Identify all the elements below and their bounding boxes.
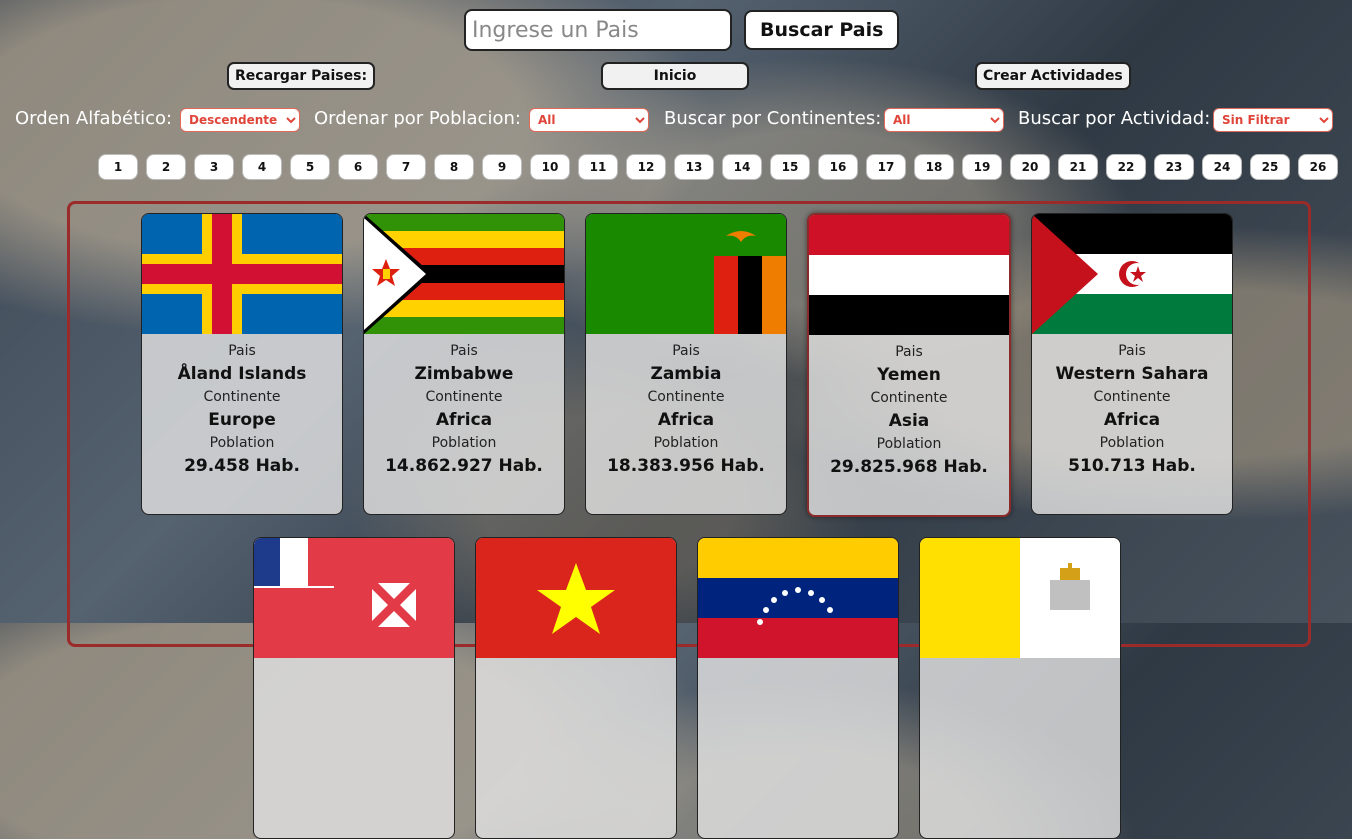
alpha-order-select[interactable]: Descendente: [180, 108, 300, 132]
country-label: Pais: [228, 343, 256, 359]
activity-filter-select[interactable]: Sin Filtrar: [1213, 108, 1333, 132]
page-button[interactable]: 26: [1298, 154, 1338, 180]
alpha-order-label: Orden Alfabético:: [15, 108, 173, 129]
country-name: Zambia: [650, 364, 722, 384]
page-button[interactable]: 7: [386, 154, 426, 180]
continent-filter-label: Buscar por Continentes:: [664, 108, 882, 129]
page-button[interactable]: 2: [146, 154, 186, 180]
continent-value: Africa: [657, 410, 715, 430]
page-button[interactable]: 23: [1154, 154, 1194, 180]
country-card[interactable]: Pais Åland Islands Continente Europe Pob…: [141, 213, 343, 515]
wallis-futuna-flag-image: [254, 538, 454, 658]
page-button[interactable]: 18: [914, 154, 954, 180]
population-value: 29.458 Hab.: [184, 456, 300, 476]
page-button[interactable]: 21: [1058, 154, 1098, 180]
search-button[interactable]: Buscar Pais: [744, 10, 900, 50]
zambia-flag-image: [586, 214, 786, 334]
population-label: Poblation: [431, 435, 497, 451]
page-button[interactable]: 8: [434, 154, 474, 180]
continent-label: Continente: [870, 390, 948, 406]
page-button[interactable]: 5: [290, 154, 330, 180]
home-button[interactable]: Inicio: [601, 62, 749, 90]
continent-value: Africa: [435, 410, 493, 430]
page-button[interactable]: 10: [530, 154, 570, 180]
page-button[interactable]: 22: [1106, 154, 1146, 180]
create-activities-button[interactable]: Crear Actividades: [975, 62, 1131, 90]
country-label: Pais: [895, 344, 923, 360]
page-button[interactable]: 25: [1250, 154, 1290, 180]
country-name: Åland Islands: [177, 364, 307, 384]
country-card[interactable]: Pais Zambia Continente Africa Poblation …: [585, 213, 787, 515]
pagination: 1 2 3 4 5 6 7 8 9 10 11 12 13 14 15 16 17 18 19 20 21 22 23 24 2…: [98, 154, 1338, 180]
page-button[interactable]: 19: [962, 154, 1002, 180]
continent-value: Africa: [1103, 410, 1161, 430]
continent-label: Continente: [647, 389, 725, 405]
continent-value: Asia: [888, 411, 930, 431]
country-card[interactable]: [253, 537, 455, 839]
country-label: Pais: [1118, 343, 1146, 359]
search-input[interactable]: [464, 9, 732, 51]
population-value: 14.862.927 Hab.: [385, 456, 543, 476]
reload-countries-button[interactable]: Recargar Paises:: [227, 62, 376, 90]
country-card[interactable]: Pais Zimbabwe Continente Africa Poblatio…: [363, 213, 565, 515]
continent-label: Continente: [1093, 389, 1171, 405]
country-label: Pais: [672, 343, 700, 359]
population-order-select[interactable]: All: [529, 108, 649, 132]
page-button[interactable]: 4: [242, 154, 282, 180]
country-name: Yemen: [877, 365, 941, 385]
zimbabwe-flag-image: [364, 214, 564, 334]
page-button[interactable]: 3: [194, 154, 234, 180]
country-name: Zimbabwe: [414, 364, 514, 384]
country-card[interactable]: [475, 537, 677, 839]
population-label: Poblation: [876, 436, 942, 452]
page-button[interactable]: 12: [626, 154, 666, 180]
population-label: Poblation: [209, 435, 275, 451]
page-button[interactable]: 20: [1010, 154, 1050, 180]
vatican-flag-image: [920, 538, 1120, 658]
venezuela-flag-image: [698, 538, 898, 658]
population-label: Poblation: [1099, 435, 1165, 451]
page-button[interactable]: 16: [818, 154, 858, 180]
country-card[interactable]: Pais Yemen Continente Asia Poblation 29.…: [807, 213, 1011, 517]
search-bar: Buscar Pais: [464, 9, 900, 51]
continent-value: Europe: [208, 410, 276, 430]
country-card[interactable]: [919, 537, 1121, 839]
country-card[interactable]: [697, 537, 899, 839]
page-button[interactable]: 9: [482, 154, 522, 180]
country-card[interactable]: Pais Western Sahara Continente Africa Po…: [1031, 213, 1233, 515]
vietnam-flag-image: [476, 538, 676, 658]
population-value: 18.383.956 Hab.: [607, 456, 765, 476]
page-button[interactable]: 15: [770, 154, 810, 180]
population-value: 510.713 Hab.: [1068, 456, 1196, 476]
population-label: Poblation: [653, 435, 719, 451]
page-button[interactable]: 1: [98, 154, 138, 180]
aland-flag-image: [142, 214, 342, 334]
yemen-flag-image: [809, 215, 1009, 335]
country-label: Pais: [450, 343, 478, 359]
continent-filter-select[interactable]: All: [884, 108, 1004, 132]
page-button[interactable]: 6: [338, 154, 378, 180]
population-order-label: Ordenar por Poblacion:: [314, 108, 521, 129]
page-button[interactable]: 14: [722, 154, 762, 180]
page-button[interactable]: 17: [866, 154, 906, 180]
western-sahara-flag-image: [1032, 214, 1232, 334]
continent-label: Continente: [203, 389, 281, 405]
activity-filter-label: Buscar por Actividad:: [1018, 108, 1211, 129]
continent-label: Continente: [425, 389, 503, 405]
page-button[interactable]: 13: [674, 154, 714, 180]
country-name: Western Sahara: [1055, 364, 1209, 384]
population-value: 29.825.968 Hab.: [830, 457, 988, 477]
page-button[interactable]: 24: [1202, 154, 1242, 180]
filters-bar: Orden Alfabético: Descendente Ordenar po…: [15, 106, 1342, 134]
page-button[interactable]: 11: [578, 154, 618, 180]
